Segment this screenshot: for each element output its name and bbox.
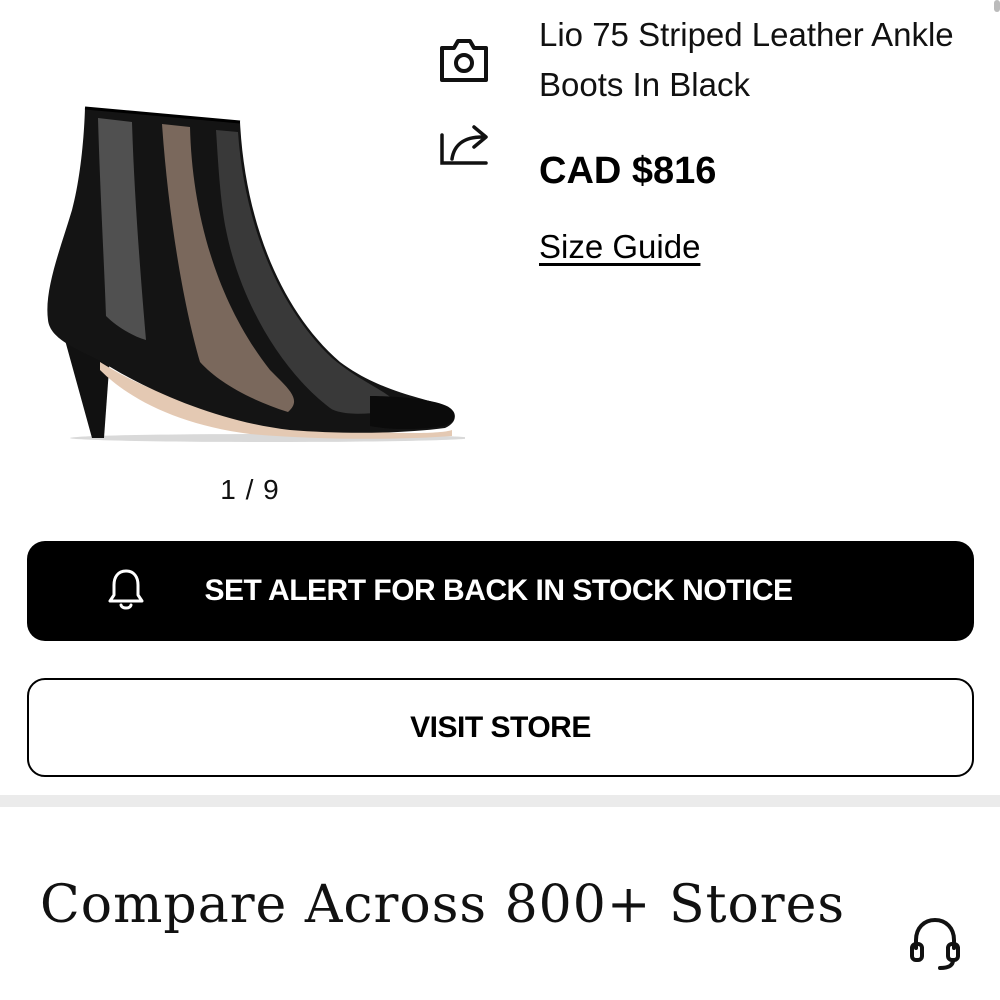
bell-icon [105,567,147,611]
product-title: Lio 75 Striped Leather Ankle Boots In Bl… [539,16,954,103]
headset-icon[interactable] [906,914,964,972]
boot-illustration [47,106,465,442]
section-divider [0,795,1000,807]
image-counter: 1 / 9 [220,474,280,505]
set-alert-button[interactable]: SET ALERT FOR BACK IN STOCK NOTICE [27,541,974,641]
size-guide-link[interactable]: Size Guide [539,228,700,266]
compare-section-title: Compare Across 800+ Stores [40,875,846,935]
product-image[interactable] [40,100,465,445]
visit-store-label: VISIT STORE [410,710,591,744]
product-price: CAD $816 [539,150,717,192]
camera-icon[interactable] [436,32,492,88]
scrollbar[interactable] [994,0,1000,12]
share-icon[interactable] [436,117,492,173]
visit-store-button[interactable]: VISIT STORE [27,678,974,777]
set-alert-label: SET ALERT FOR BACK IN STOCK NOTICE [204,574,793,607]
